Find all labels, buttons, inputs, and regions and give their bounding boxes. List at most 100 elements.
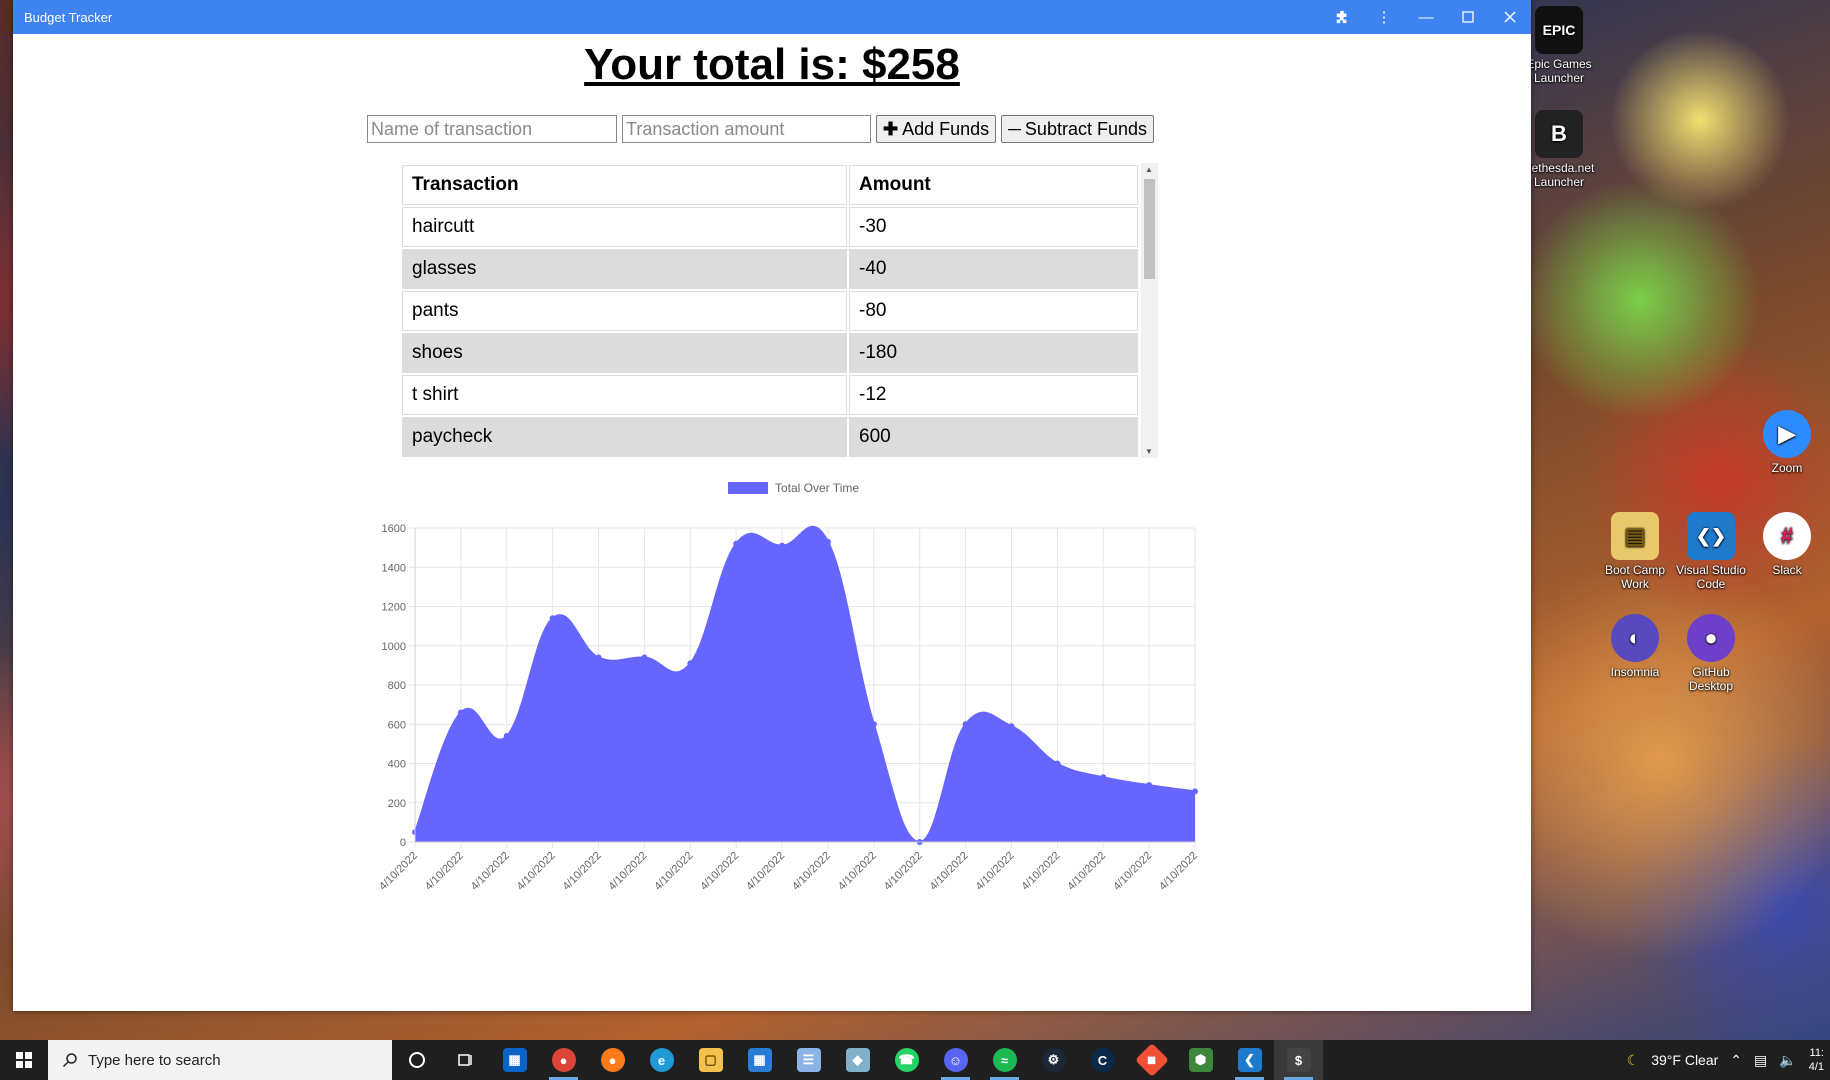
chrome-icon[interactable]: ● — [539, 1040, 588, 1080]
zoom-icon: ▶ — [1763, 410, 1811, 458]
more-options-icon[interactable]: ⋮ — [1363, 0, 1405, 34]
app-window: Budget Tracker ⋮ — Your total is: $258 ✚… — [13, 0, 1531, 1011]
x-tick-label: 4/10/2022 — [1111, 850, 1154, 892]
column-header-transaction: Transaction — [402, 165, 847, 205]
microsoft-store-icon[interactable]: ▦ — [490, 1040, 539, 1080]
data-point — [824, 538, 831, 545]
desktop-icon-label: GitHub Desktop — [1688, 665, 1734, 693]
data-point — [962, 721, 969, 728]
steam-icon[interactable]: ⚙ — [1029, 1040, 1078, 1080]
transaction-name-cell: haircutt — [402, 207, 847, 247]
desktop-icon-zoom[interactable]: ▶ Zoom — [1750, 410, 1824, 475]
desktop-icon-boot-camp-work[interactable]: ▤ Boot Camp Work — [1598, 512, 1672, 591]
whatsapp-icon[interactable]: ☎ — [882, 1040, 931, 1080]
discord-icon[interactable]: ☺ — [931, 1040, 980, 1080]
github-icon: ● — [1687, 614, 1735, 662]
spotify-icon[interactable]: ≈ — [980, 1040, 1029, 1080]
chart-svg: 020040060080010001200140016004/10/2022 4/… — [377, 481, 1200, 893]
app-icon[interactable]: ◆ — [833, 1040, 882, 1080]
desktop-icon-label: Zoom — [1771, 461, 1803, 475]
x-tick-label: 4/10/2022 — [744, 850, 787, 892]
file-explorer-icon[interactable]: ▢ — [686, 1040, 735, 1080]
table-row: pants -80 — [402, 291, 1138, 331]
x-tick-label: 4/10/2022 — [1157, 850, 1200, 892]
y-tick-label: 800 — [388, 680, 406, 692]
vscode-icon: ❮❯ — [1687, 512, 1735, 560]
budget-tracker-taskbar-icon[interactable]: $ — [1274, 1040, 1323, 1080]
transaction-amount-cell: -30 — [849, 207, 1138, 247]
table-scrollbar[interactable]: ▲ ▼ — [1141, 163, 1158, 458]
x-tick-label: 4/10/2022 — [515, 850, 558, 892]
desktop-icon-bethesda[interactable]: B Bethesda.net Launcher — [1522, 110, 1596, 189]
x-tick-label: 4/10/2022 — [698, 850, 741, 892]
maximize-button[interactable] — [1447, 0, 1489, 34]
edge-icon[interactable]: e — [637, 1040, 686, 1080]
desktop-icon-label: Slack — [1772, 563, 1802, 577]
total-heading: Your total is: $258 — [584, 40, 960, 89]
desktop-icon-epic-games[interactable]: EPIC Epic Games Launcher — [1522, 6, 1596, 85]
y-tick-label: 600 — [388, 719, 406, 731]
minimize-button[interactable]: — — [1405, 0, 1447, 34]
scroll-down-arrow-icon[interactable]: ▼ — [1145, 447, 1153, 456]
table-row: paycheck 600 — [402, 417, 1138, 457]
transaction-amount-input[interactable] — [622, 115, 871, 143]
series-area — [415, 526, 1195, 842]
transaction-amount-cell: -12 — [849, 375, 1138, 415]
desktop-icon-label: Boot Camp Work — [1604, 563, 1666, 591]
y-tick-label: 1400 — [382, 562, 406, 574]
calculator-icon[interactable]: ▦ — [735, 1040, 784, 1080]
y-tick-label: 0 — [400, 837, 406, 849]
task-view-icon[interactable] — [441, 1040, 490, 1080]
desktop-icon-github-desktop[interactable]: ● GitHub Desktop — [1674, 614, 1748, 693]
transaction-name-cell: pants — [402, 291, 847, 331]
volume-icon[interactable]: 🔈 — [1779, 1052, 1796, 1069]
table-row: shoes -180 — [402, 333, 1138, 373]
extensions-icon[interactable] — [1321, 0, 1363, 34]
desktop-icon-vscode[interactable]: ❮❯ Visual Studio Code — [1674, 512, 1748, 591]
add-funds-button[interactable]: ✚ Add Funds — [876, 115, 997, 143]
transaction-table-container[interactable]: Transaction Amount haircutt -30 glasses … — [400, 163, 1158, 458]
data-point — [503, 733, 510, 740]
scroll-up-arrow-icon[interactable]: ▲ — [1145, 165, 1153, 174]
column-header-amount: Amount — [849, 165, 1138, 205]
weather-moon-icon: ☾ — [1626, 1051, 1640, 1068]
data-point — [595, 654, 602, 661]
title-bar[interactable]: Budget Tracker ⋮ — — [13, 0, 1531, 34]
network-icon[interactable]: ▤ — [1754, 1052, 1767, 1069]
data-point — [1008, 723, 1015, 730]
clock[interactable]: 11: 4/1 — [1809, 1046, 1824, 1074]
close-button[interactable] — [1489, 0, 1531, 34]
weather-text[interactable]: 39°F Clear — [1651, 1052, 1718, 1068]
show-hidden-icons-icon[interactable]: ⌃ — [1730, 1052, 1742, 1069]
start-button[interactable] — [0, 1040, 48, 1080]
node-icon[interactable]: ⬢ — [1176, 1040, 1225, 1080]
epic-games-taskbar-icon[interactable]: C — [1078, 1040, 1127, 1080]
data-point — [549, 615, 556, 622]
subtract-funds-button[interactable]: ─ Subtract Funds — [1001, 115, 1154, 143]
x-tick-label: 4/10/2022 — [1019, 850, 1062, 892]
desktop-icon-slack[interactable]: # Slack — [1750, 512, 1824, 577]
bethesda-icon: B — [1535, 110, 1583, 158]
desktop-icon-label: Bethesda.net Launcher — [1523, 161, 1595, 189]
data-point — [870, 721, 877, 728]
app-content: Your total is: $258 ✚ Add Funds ─ Subtra… — [13, 34, 1531, 1011]
firefox-icon[interactable]: ● — [588, 1040, 637, 1080]
y-tick-label: 1200 — [382, 602, 406, 614]
total-over-time-chart: 0 200 400 600 800 1000 1200 1400 1600 4/10/2022 4/… — [353, 472, 1203, 893]
notepad-icon[interactable]: ☰ — [784, 1040, 833, 1080]
taskbar: Type here to search ▦ ● ● e ▢ ▦ ☰ ◆ ☎ ☺ … — [0, 1040, 1830, 1080]
scrollbar-thumb[interactable] — [1144, 179, 1155, 279]
epic-games-icon: EPIC — [1535, 6, 1583, 54]
vscode-taskbar-icon[interactable]: ❮ — [1225, 1040, 1274, 1080]
table-row: haircutt -30 — [402, 207, 1138, 247]
x-tick-label: 4/10/2022 — [652, 850, 695, 892]
x-tick-label: 4/10/2022 — [882, 850, 925, 892]
x-tick-label: 4/10/2022 — [469, 850, 512, 892]
taskbar-search[interactable]: Type here to search — [48, 1040, 392, 1080]
table-header-row: Transaction Amount — [402, 165, 1138, 205]
git-icon[interactable]: ◆ — [1127, 1040, 1176, 1080]
transaction-name-input[interactable] — [367, 115, 617, 143]
system-tray: ☾ 39°F Clear ⌃ ▤ 🔈 11: 4/1 — [1627, 1046, 1830, 1074]
desktop-icon-insomnia[interactable]: ◐ Insomnia — [1598, 614, 1672, 679]
cortana-icon[interactable] — [392, 1040, 441, 1080]
